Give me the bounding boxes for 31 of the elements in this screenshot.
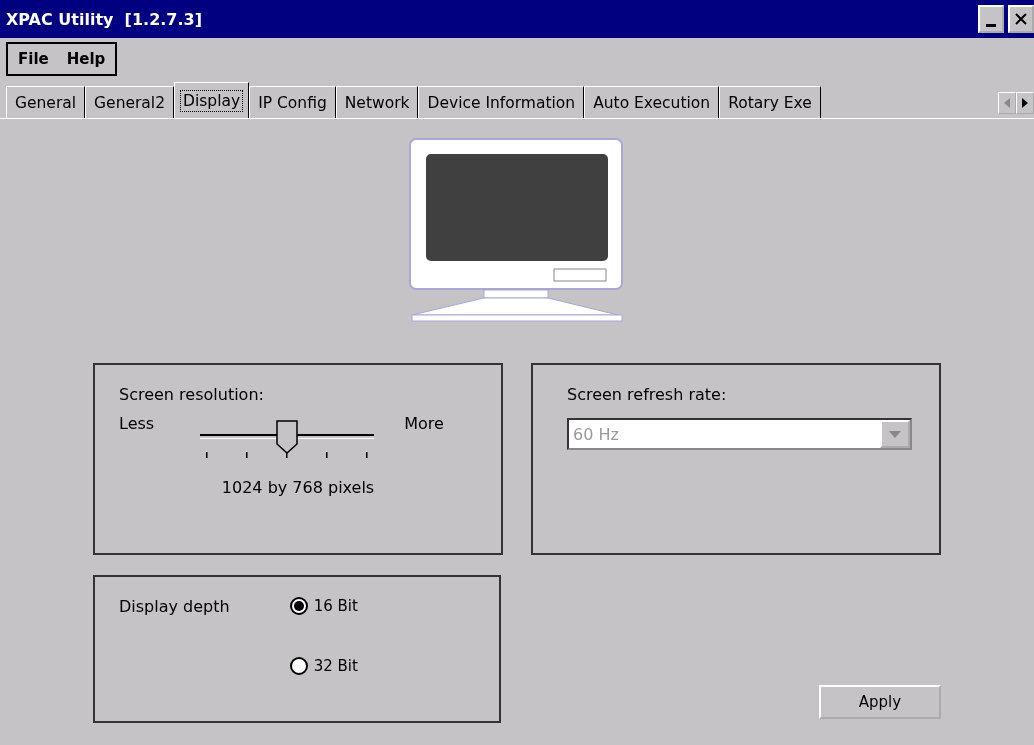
group-title: Display depth — [119, 597, 230, 618]
radio-button[interactable] — [289, 597, 308, 615]
close-icon — [1015, 13, 1027, 25]
menu-item[interactable]: File — [12, 50, 55, 68]
tab[interactable]: General2 — [85, 86, 175, 118]
slider-thumb[interactable] — [276, 420, 299, 454]
close-button[interactable] — [1008, 5, 1034, 33]
right-triangle-icon — [1022, 98, 1028, 108]
tab[interactable]: General — [6, 86, 86, 118]
group-title: Screen refresh rate: — [567, 385, 728, 404]
tab[interactable]: IP Config — [249, 86, 336, 118]
less-label: Less — [119, 414, 155, 433]
radio-option[interactable]: 16 Bit — [289, 597, 358, 615]
tab[interactable]: Display — [174, 82, 250, 118]
scroll-right-button[interactable] — [1016, 92, 1034, 114]
tab[interactable]: Rotary Exe — [719, 86, 821, 118]
minimize-button[interactable] — [978, 5, 1004, 33]
left-triangle-icon — [1004, 98, 1010, 108]
radio-button[interactable] — [289, 657, 308, 675]
tab[interactable]: Device Information — [418, 86, 585, 118]
radio-option[interactable]: 32 Bit — [289, 657, 358, 675]
tab[interactable]: Auto Execution — [584, 86, 720, 118]
window-title: XPAC Utility [1.2.7.3] — [6, 9, 202, 29]
caret-icon — [889, 430, 901, 438]
minimize-icon — [986, 23, 996, 27]
resolution-reading: 1024 by 768 pixels — [221, 478, 375, 497]
more-label: More — [404, 414, 444, 433]
apply-button[interactable]: Apply — [819, 685, 941, 719]
group-title: Screen resolution: — [119, 385, 265, 404]
menu-item[interactable]: Help — [60, 50, 112, 68]
tab[interactable]: Network — [335, 86, 419, 118]
